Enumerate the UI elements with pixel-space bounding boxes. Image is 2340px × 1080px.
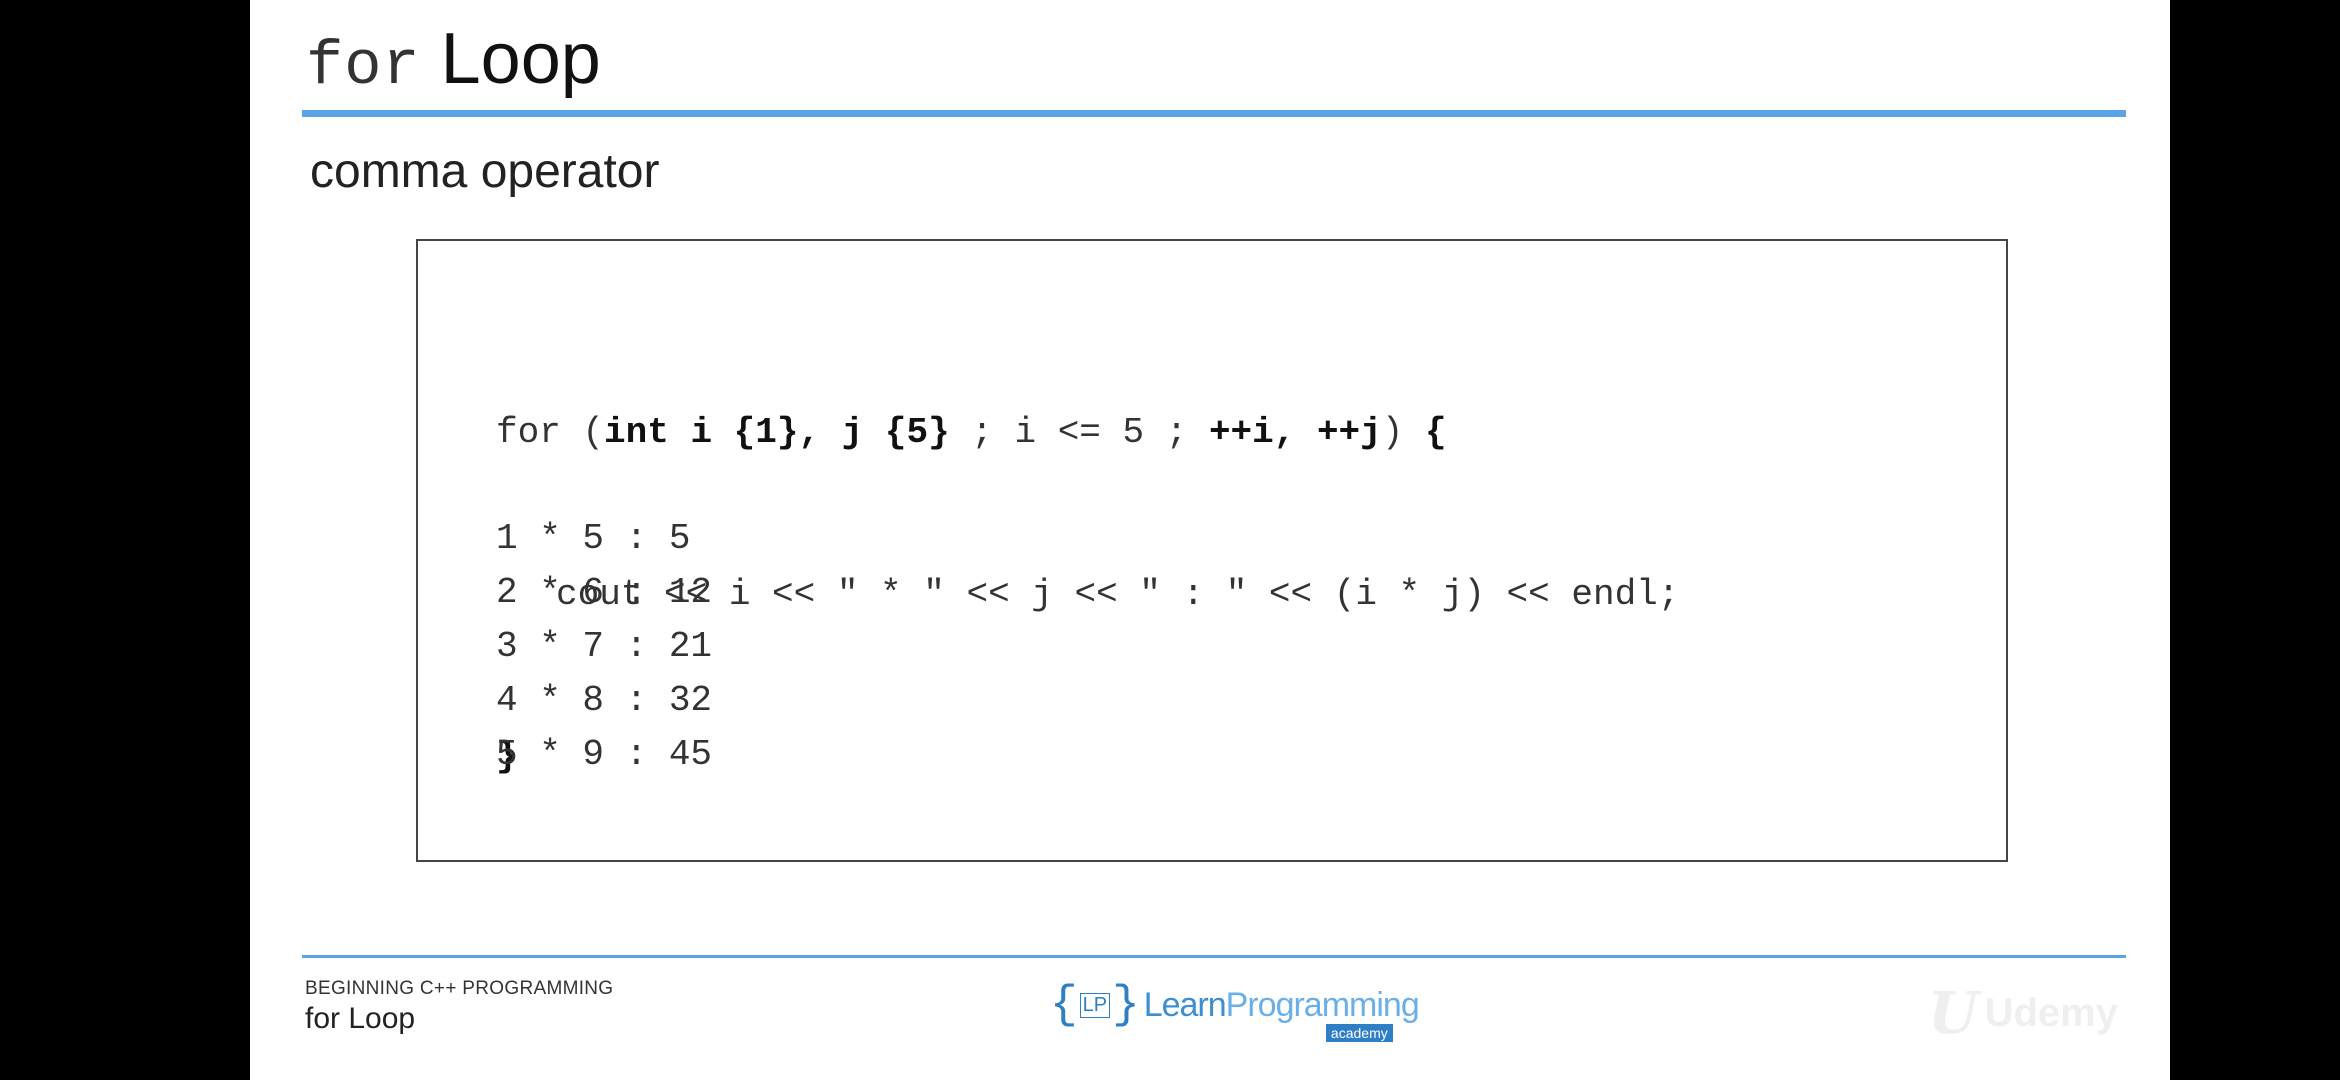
slide-subtitle: comma operator (310, 145, 660, 198)
code-token-bold: ++i, ++j (1208, 412, 1382, 453)
footer-topic: for Loop (305, 1002, 416, 1035)
title-text: Loop (440, 19, 601, 99)
output-line: 1 * 5 : 5 (496, 518, 691, 559)
udemy-watermark: U Udemy (1928, 978, 2118, 1048)
slide-title: for Loop (306, 18, 601, 110)
udemy-wordmark: Udemy (1984, 990, 2118, 1035)
program-output: 1 * 5 : 5 2 * 6 : 12 3 * 7 : 21 4 * 8 : 32 5… (496, 512, 712, 782)
video-frame: for Loop comma operator for (int i {1}, … (0, 0, 2340, 1080)
title-code-keyword: for (306, 31, 421, 102)
footer-divider (302, 955, 2126, 958)
logo-bracket-icon: { LP } (1050, 979, 1140, 1031)
output-line: 5 * 9 : 45 (496, 734, 713, 775)
output-line: 2 * 6 : 12 (496, 572, 713, 613)
code-token: for ( (496, 412, 605, 453)
logo-bracket-close: } (1112, 979, 1140, 1031)
logo-bracket-open: { (1050, 979, 1078, 1031)
code-token-bold: { (1424, 412, 1447, 453)
logo-programming: Programming (1225, 985, 1420, 1024)
code-example-box: for (int i {1}, j {5} ; i <= 5 ; ++i, ++… (416, 239, 2008, 862)
title-divider (302, 110, 2126, 117)
output-line: 3 * 7 : 21 (496, 626, 713, 667)
logo-lp: LP (1079, 992, 1111, 1018)
slide: for Loop comma operator for (int i {1}, … (250, 0, 2170, 1080)
code-token: ; i <= 5 ; (949, 412, 1209, 453)
udemy-logo-icon: U (1928, 979, 1979, 1047)
learnprogramming-logo: { LP } LearnProgramming academy (1050, 970, 1420, 1042)
logo-learn: Learn (1143, 985, 1227, 1024)
output-line: 4 * 8 : 32 (496, 680, 713, 721)
code-token: ) (1381, 412, 1425, 453)
logo-wordmark: LearnProgramming academy (1143, 985, 1420, 1042)
code-token-bold: int i {1}, j {5} (604, 412, 950, 453)
logo-name: LearnProgramming (1143, 985, 1420, 1024)
logo-academy-badge: academy (1325, 1023, 1393, 1042)
footer-course-name: BEGINNING C++ PROGRAMMING (305, 978, 614, 999)
code-line-for-header: for (int i {1}, j {5} ; i <= 5 ; ++i, ++… (496, 406, 1679, 460)
